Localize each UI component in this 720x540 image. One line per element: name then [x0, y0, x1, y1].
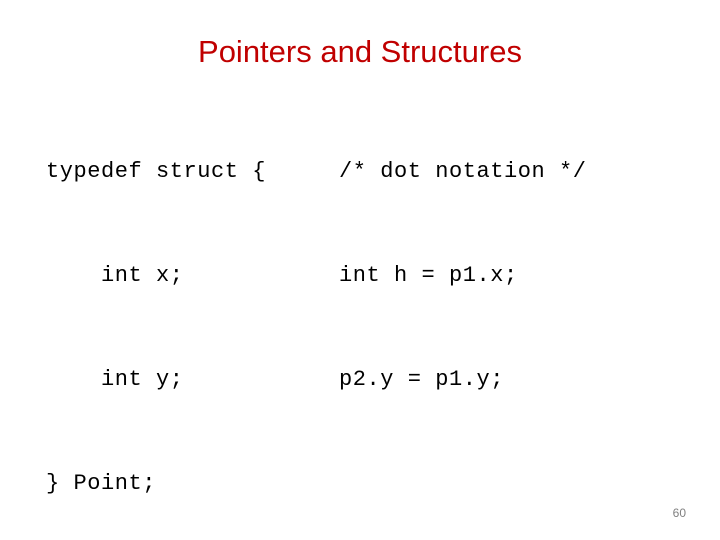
code-line: p2.y = p1.y; [339, 366, 505, 392]
code-line: /* dot notation */ [339, 159, 587, 185]
slide-canvas: Pointers and Structures typedef struct {… [0, 0, 720, 540]
code-line: int x; [46, 262, 184, 288]
page-number: 60 [672, 506, 686, 520]
code-block-member-access: /* dot notation */ int h = p1.x; p2.y = … [339, 86, 679, 540]
page-title: Pointers and Structures [198, 34, 522, 69]
code-line: int h = p1.x; [339, 262, 518, 288]
code-line: typedef struct { [46, 159, 267, 185]
code-line: int y; [46, 366, 184, 392]
code-line: } Point; [46, 470, 157, 496]
code-block-struct-definition: typedef struct { int x; int y; } Point; … [46, 86, 326, 540]
